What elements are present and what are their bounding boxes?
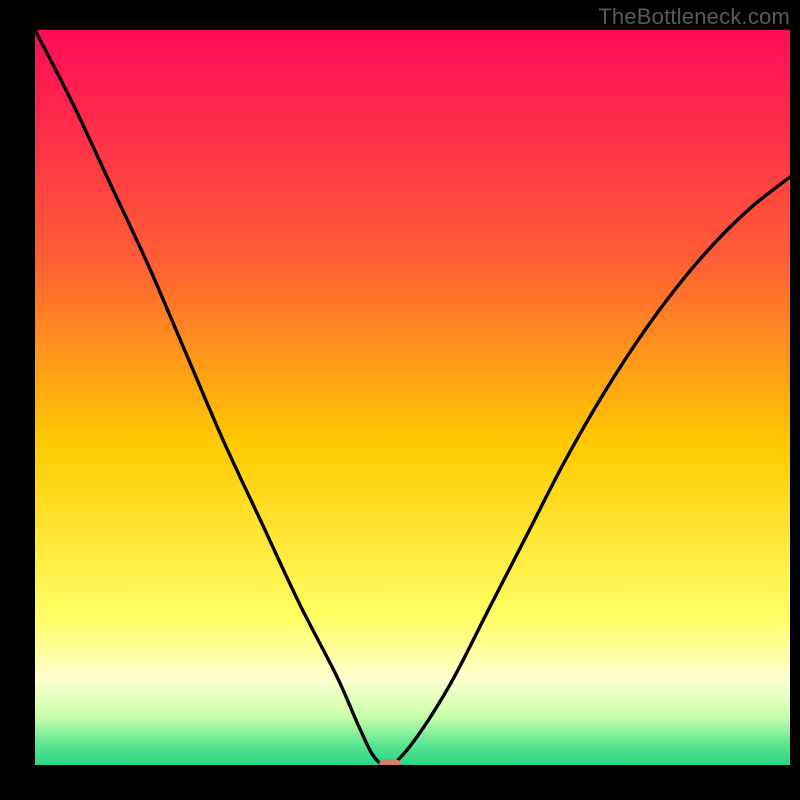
bottleneck-curve bbox=[35, 30, 790, 765]
watermark-text: TheBottleneck.com bbox=[598, 4, 790, 30]
optimal-point-marker bbox=[379, 759, 401, 765]
chart-frame: TheBottleneck.com bbox=[0, 0, 800, 800]
plot-area bbox=[35, 30, 790, 765]
